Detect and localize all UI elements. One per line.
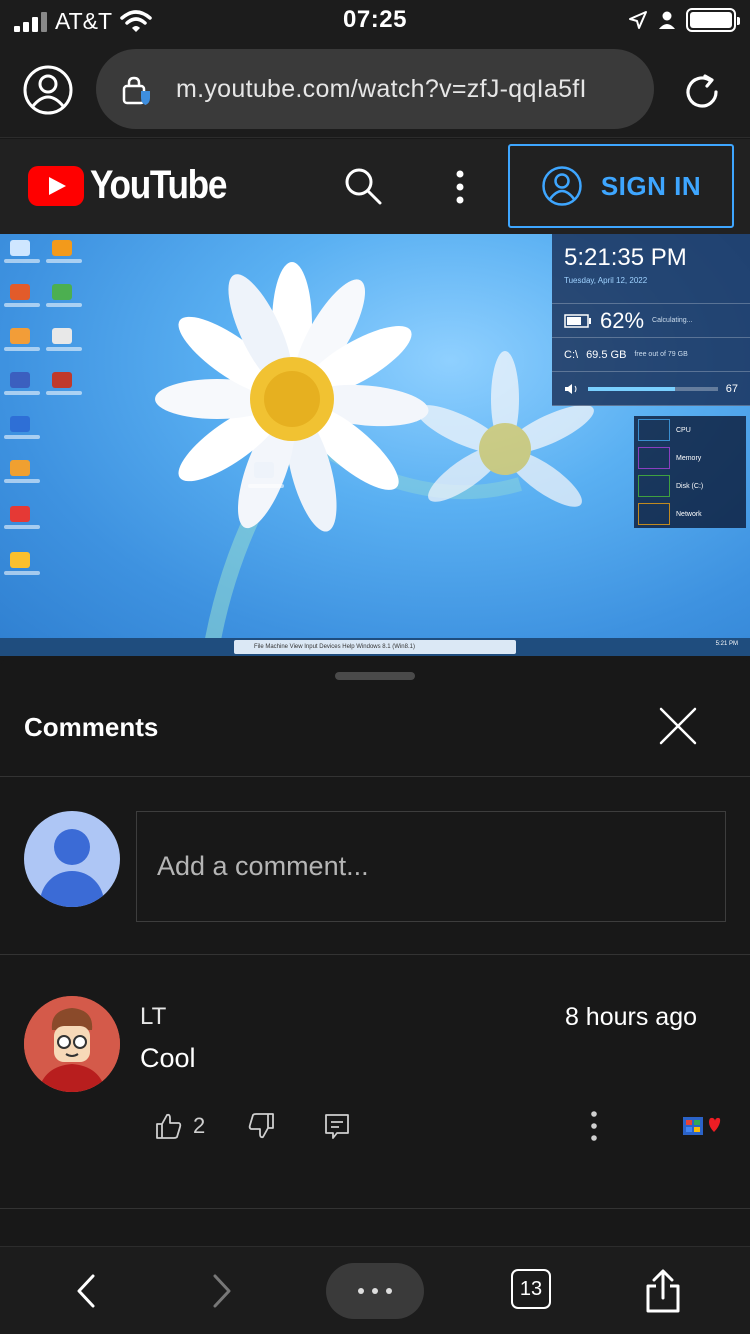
youtube-header: YouTube SIGN IN [0, 139, 750, 234]
divider [0, 954, 750, 955]
browser-toolbar: 13 [0, 1246, 750, 1334]
add-comment-input[interactable] [136, 811, 726, 922]
comment-time: 8 hours ago [564, 1003, 697, 1031]
url-text[interactable]: m.youtube.com/watch?v=zfJ-qqIa5fI [176, 75, 587, 104]
gadget-battery-status: Calculating... [652, 317, 693, 324]
thumb-up-icon [156, 1113, 182, 1139]
gadget-disk-free: 69.5 GB [586, 348, 627, 361]
desktop-icon [52, 284, 72, 300]
perf-item: Memory [676, 454, 702, 462]
gadget-volume-value: 67 [725, 382, 738, 395]
speaker-icon [565, 383, 577, 394]
perf-item: CPU [676, 426, 691, 434]
gadget-volume-row: 67 [552, 372, 750, 406]
back-icon [77, 1274, 95, 1308]
more-vert-icon[interactable] [448, 167, 472, 207]
performance-gadget: CPU Memory Disk (C:) Network [634, 416, 746, 528]
desktop-icon [10, 328, 30, 344]
cartoon-avatar [24, 996, 120, 1092]
desktop-icon [52, 240, 72, 256]
status-bar: AT&T 07:25 [0, 0, 750, 40]
desktop-icon [10, 460, 30, 476]
gadget-battery-percent: 62% [600, 307, 645, 333]
search-icon[interactable] [343, 166, 383, 206]
desktop-icon [10, 372, 30, 388]
perf-item: Network [676, 510, 702, 518]
clock-gadget: 5:21:35 PM Tuesday, April 12, 2022 62% C… [552, 234, 750, 406]
gadget-disk-note: free out of 79 GB [634, 351, 688, 358]
browser-address-row: m.youtube.com/watch?v=zfJ-qqIa5fI [0, 40, 750, 138]
gadget-disk-row: C:\ 69.5 GB free out of 79 GB [552, 338, 750, 372]
gadget-date: Tuesday, April 12, 2022 [564, 276, 648, 285]
volume-fill [588, 386, 675, 391]
desktop-icon [10, 240, 30, 256]
divider [0, 1208, 750, 1209]
youtube-play-icon [28, 165, 84, 206]
reply-button[interactable] [323, 1106, 351, 1146]
comment-menu-button[interactable] [587, 1106, 601, 1146]
drag-handle[interactable] [335, 672, 415, 680]
menu-button[interactable] [326, 1263, 424, 1319]
youtube-logo[interactable]: YouTube [28, 163, 245, 208]
taskbar-clock: 5:21 PM [715, 641, 738, 647]
gadget-disk-label: C:\ [564, 348, 579, 361]
like-button[interactable]: 2 [155, 1106, 205, 1146]
sign-in-label: SIGN IN [600, 170, 702, 201]
close-icon[interactable] [658, 706, 698, 746]
sign-in-button[interactable]: SIGN IN [508, 144, 734, 228]
video-player[interactable]: 5:21:35 PM Tuesday, April 12, 2022 62% C… [0, 234, 750, 656]
share-button[interactable] [640, 1267, 686, 1315]
desktop-icons [0, 234, 284, 634]
desktop-icon [10, 416, 30, 432]
dislike-button[interactable] [247, 1106, 275, 1146]
reload-icon[interactable] [680, 70, 724, 114]
divider [0, 776, 750, 777]
reply-icon [325, 1114, 349, 1139]
creator-heart-badge [681, 1106, 721, 1146]
comments-panel: Comments LT 8 hours ago Cool 2 [0, 656, 750, 1246]
windows-taskbar: File Machine View Input Devices Help Win… [0, 638, 750, 656]
lock-icon [122, 76, 150, 105]
taskbar-title: File Machine View Input Devices Help Win… [234, 640, 516, 654]
location-icon [629, 11, 647, 29]
gadget-time: 5:21:35 PM [564, 244, 687, 271]
comments-title: Comments [24, 712, 159, 742]
desktop-icon [10, 284, 30, 300]
youtube-logo-text: YouTube [90, 163, 227, 207]
person-icon [659, 11, 675, 29]
back-button[interactable] [66, 1267, 106, 1315]
status-right [628, 8, 740, 32]
more-vert-icon [591, 1111, 597, 1141]
comment-text: Cool [140, 1043, 196, 1073]
battery-gadget-icon [564, 313, 591, 328]
forward-icon [213, 1274, 231, 1308]
thumb-down-icon [248, 1113, 274, 1139]
comment-actions: 2 [155, 1106, 735, 1146]
user-circle-icon [542, 166, 582, 206]
volume-bar [588, 386, 718, 391]
share-icon [646, 1269, 680, 1313]
desktop-icon [10, 506, 30, 522]
forward-button[interactable] [202, 1267, 242, 1315]
desktop-icon [52, 372, 72, 388]
url-bar[interactable]: m.youtube.com/watch?v=zfJ-qqIa5fI [96, 49, 654, 129]
heart-icon [683, 1117, 721, 1135]
account-icon[interactable] [22, 64, 74, 116]
desktop-icon [254, 462, 274, 478]
tabs-button[interactable]: 13 [511, 1269, 551, 1309]
desktop-icon [10, 552, 30, 568]
comment-author[interactable]: LT [140, 1003, 166, 1031]
gadget-battery-row: 62% Calculating... [552, 304, 750, 338]
desktop-icon [52, 328, 72, 344]
my-avatar [24, 811, 120, 907]
battery-icon [686, 8, 740, 32]
commenter-avatar[interactable] [24, 996, 120, 1092]
like-count: 2 [193, 1113, 206, 1138]
perf-item: Disk (C:) [676, 482, 704, 490]
